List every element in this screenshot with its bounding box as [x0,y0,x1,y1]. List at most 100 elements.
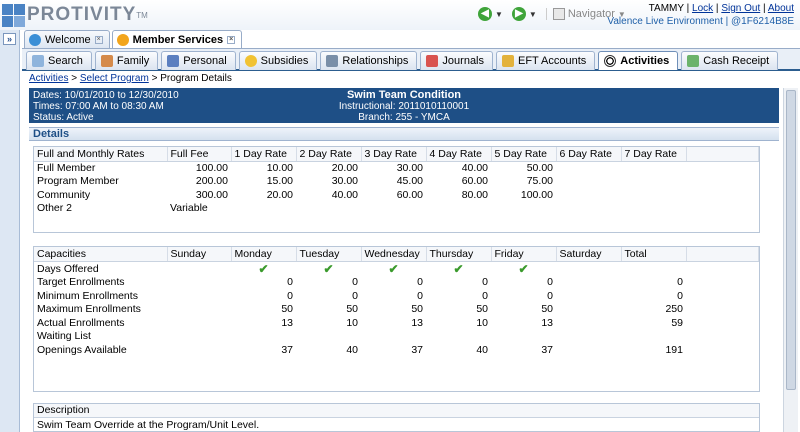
navigator-icon [552,8,565,20]
tab-search[interactable]: Search [26,51,92,70]
tab-activities[interactable]: Activities [598,51,679,70]
separator: | [725,16,729,27]
day-check-saturday [556,261,621,276]
left-collapse-rail: » [0,30,20,432]
rates-panel: Full and Monthly Rates Full Fee 1 Day Ra… [33,146,760,233]
back-arrow-icon[interactable]: ◀ [478,7,492,21]
table-cell: 300.00 [195,188,228,201]
table-cell: 200.00 [195,175,228,188]
table-cell [426,330,491,344]
tab-welcome[interactable]: Welcome × [24,30,110,48]
expand-panel-icon[interactable]: » [3,33,16,45]
table-cell: 40 [346,343,358,356]
vertical-scrollbar[interactable] [783,88,798,432]
rates-header-row: Full and Monthly Rates Full Fee 1 Day Ra… [34,147,759,162]
tab-relationships[interactable]: Relationships [320,51,418,70]
checkmark-icon: ✔ [388,261,399,276]
column-header-filler [686,147,759,162]
table-cell: 0 [482,276,488,289]
row-label: Community [37,188,91,201]
breadcrumb-activities-link[interactable]: Activities [29,73,68,84]
journal-icon [426,55,439,67]
table-cell: 0 [482,289,488,302]
column-header: Saturday [556,247,622,262]
flower-icon [116,33,129,46]
close-icon[interactable]: × [227,35,236,44]
table-cell: 10 [346,316,358,329]
checkmark-icon: ✔ [518,261,529,276]
about-link[interactable]: About [768,3,794,14]
sign-out-link[interactable]: Sign Out [721,3,760,14]
workspace-tabs: Welcome × Member Services × [24,30,243,48]
table-row: Openings Available 37 40 37 40 37 191 [34,343,759,357]
table-cell: 50 [281,303,293,316]
table-cell: 60.00 [396,188,423,201]
table-cell: 30.00 [331,175,358,188]
tab-journals[interactable]: Journals [420,51,493,70]
description-panel: Description Swim Team Override at the Pr… [33,403,760,432]
table-cell: 40 [476,343,488,356]
row-label: Days Offered [37,262,99,275]
table-cell [556,330,621,344]
program-header-banner: Swim Team Condition Instructional: 20110… [29,88,779,123]
table-cell: 0 [352,289,358,302]
tab-personal[interactable]: Personal [161,51,236,70]
table-cell: 0 [287,289,293,302]
breadcrumb-select-program-link[interactable]: Select Program [80,73,149,84]
table-cell [491,202,556,216]
cash-icon [687,55,700,67]
coin-icon [244,55,257,67]
table-row: Other 2 Variable [34,202,759,216]
table-cell [556,188,621,202]
table-cell [556,161,621,175]
tab-eft-accounts[interactable]: EFT Accounts [496,51,596,70]
table-cell: 0 [287,276,293,289]
row-label: Waiting List [37,330,91,343]
table-cell [686,303,759,317]
table-row: Community 300.00 20.00 40.00 60.00 80.00… [34,188,759,202]
person-icon [167,55,180,67]
column-header: 2 Day Rate [296,147,362,162]
details-section-header: Details [29,127,779,141]
column-header: Capacities [34,247,168,262]
separator: | [763,3,766,14]
family-icon [100,55,113,67]
day-check-sunday [167,261,231,276]
soccer-ball-icon [604,55,617,67]
description-label: Description [34,404,759,418]
table-cell [686,161,759,175]
forward-dropdown-caret[interactable]: ▼ [529,10,537,19]
table-cell: 0 [417,289,423,302]
table-cell: 50 [411,303,423,316]
forward-arrow-icon[interactable]: ▶ [511,7,526,21]
table-cell: 250 [665,303,683,316]
table-cell [426,202,491,216]
column-header: Monday [231,247,297,262]
module-tabs: Search Family Personal Subsidies Relatio… [22,48,800,71]
tab-cash-receipt[interactable]: Cash Receipt [681,51,779,70]
table-row: Maximum Enrollments 50 50 50 50 50 250 [34,303,759,317]
table-cell [686,175,759,189]
tab-label: Activities [620,55,670,67]
tab-family[interactable]: Family [94,51,159,70]
column-header: 3 Day Rate [361,147,427,162]
table-row: Target Enrollments 0 0 0 0 0 0 [34,276,759,290]
tab-label: EFT Accounts [518,55,587,67]
column-header: 7 Day Rate [621,147,687,162]
column-header: 5 Day Rate [491,147,557,162]
table-cell: 20.00 [266,188,293,201]
lock-link[interactable]: Lock [692,3,713,14]
tab-member-services[interactable]: Member Services × [111,30,243,48]
capacities-table: Capacities Sunday Monday Tuesday Wednesd… [34,247,759,357]
table-cell: 50 [476,303,488,316]
tab-subsidies[interactable]: Subsidies [238,51,318,70]
table-cell [621,161,686,175]
user-box: TAMMY | Lock | Sign Out | About Valence … [607,2,794,28]
logo-trademark: TM [136,10,148,20]
table-cell [556,289,621,303]
close-icon[interactable]: × [94,35,103,44]
table-cell [621,261,686,276]
scrollbar-thumb[interactable] [786,90,796,390]
tab-label: Personal [183,55,227,67]
back-dropdown-caret[interactable]: ▼ [495,10,503,19]
